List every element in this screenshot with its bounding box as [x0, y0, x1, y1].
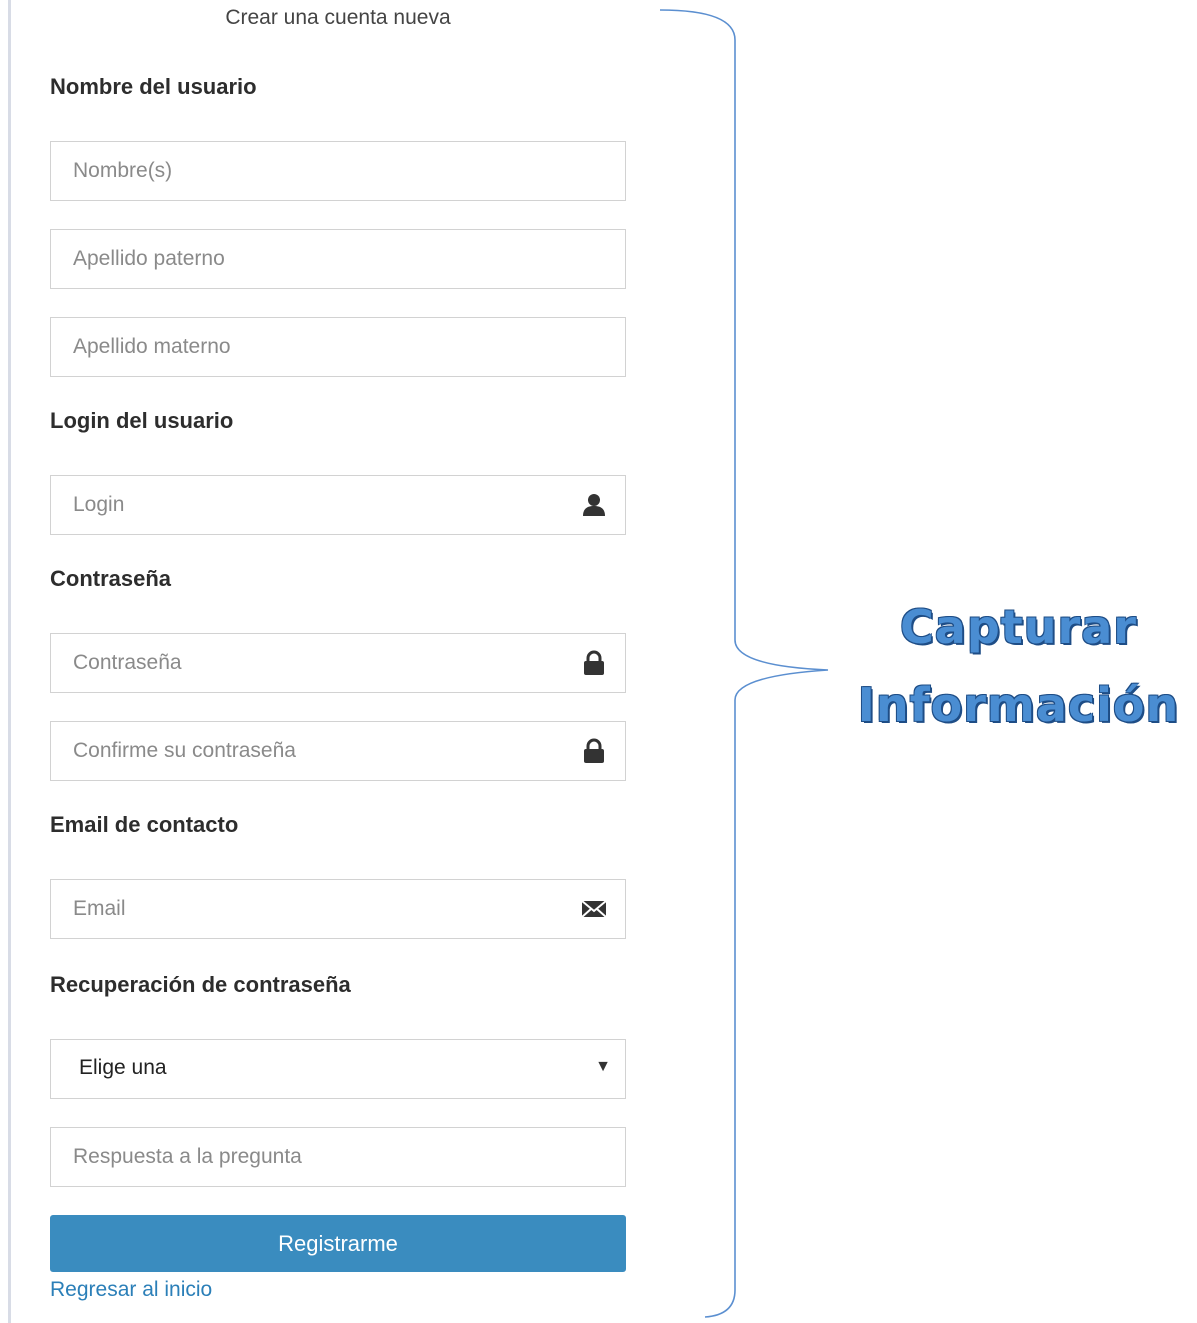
confirm-password-input[interactable]	[51, 722, 553, 780]
annotation-line-1: Capturar	[900, 600, 1137, 654]
recovery-question-value: Elige una	[79, 1056, 167, 1079]
recovery-question-select[interactable]: Elige una ▼	[50, 1039, 626, 1099]
password-field[interactable]	[50, 633, 626, 693]
back-to-home-link[interactable]: Regresar al inicio	[50, 1278, 212, 1302]
form-title: Crear una cuenta nueva	[225, 6, 451, 29]
login-input[interactable]	[51, 476, 553, 534]
section-label-name: Nombre del usuario	[50, 74, 257, 99]
confirm-password-field[interactable]	[50, 721, 626, 781]
caret-down-icon: ▼	[595, 1058, 611, 1075]
paternal-surname-field[interactable]	[50, 229, 626, 289]
login-field[interactable]	[50, 475, 626, 535]
section-label-recovery: Recuperación de contraseña	[50, 972, 351, 997]
lock-icon	[584, 650, 604, 675]
annotation-text: Capturar Información	[840, 588, 1197, 744]
email-field[interactable]	[50, 879, 626, 939]
paternal-surname-input[interactable]	[51, 230, 553, 288]
section-label-password: Contraseña	[50, 566, 172, 591]
section-label-email: Email de contacto	[50, 812, 239, 837]
lock-icon	[584, 738, 604, 763]
user-icon	[583, 494, 605, 516]
register-button[interactable]: Registrarme	[50, 1215, 626, 1272]
envelope-icon	[581, 900, 607, 918]
first-name-field[interactable]	[50, 141, 626, 201]
first-name-input[interactable]	[51, 142, 553, 200]
registration-page: Crear una cuenta nueva Nombre del usuari…	[0, 0, 1197, 1323]
section-label-login: Login del usuario	[50, 408, 234, 433]
annotation-line-2: Información	[857, 678, 1180, 732]
left-border	[8, 0, 11, 1323]
maternal-surname-input[interactable]	[51, 318, 553, 376]
maternal-surname-field[interactable]	[50, 317, 626, 377]
email-input[interactable]	[51, 880, 553, 938]
recovery-answer-field[interactable]	[50, 1127, 626, 1187]
recovery-answer-input[interactable]	[51, 1128, 553, 1186]
password-input[interactable]	[51, 634, 553, 692]
